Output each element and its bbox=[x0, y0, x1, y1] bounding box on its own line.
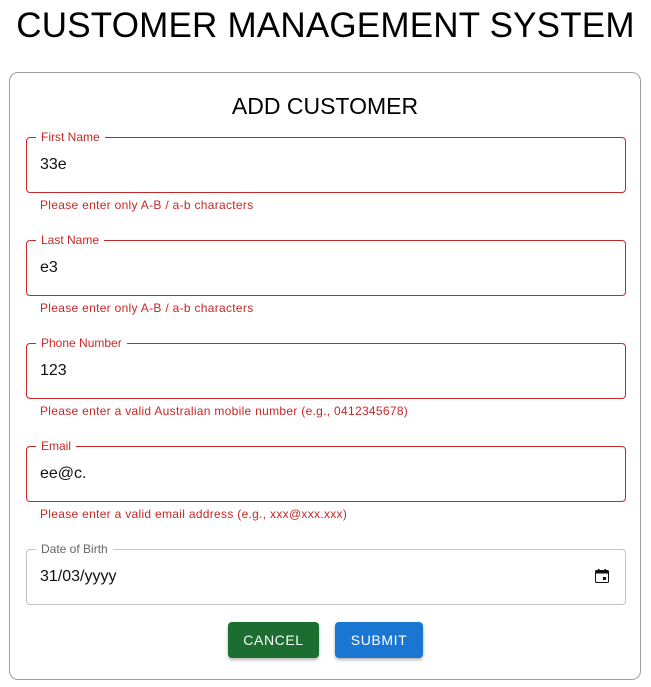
last-name-field[interactable]: Last Name bbox=[26, 233, 626, 296]
date-of-birth-input[interactable] bbox=[40, 550, 580, 604]
calendar-icon[interactable] bbox=[595, 569, 609, 583]
add-customer-card: ADD CUSTOMER First Name Please enter onl… bbox=[9, 72, 641, 680]
phone-number-input[interactable] bbox=[40, 344, 580, 398]
submit-button[interactable]: SUBMIT bbox=[335, 622, 423, 658]
form-title: ADD CUSTOMER bbox=[231, 93, 419, 119]
date-of-birth-field[interactable]: Date of Birth bbox=[26, 542, 626, 605]
phone-number-field[interactable]: Phone Number bbox=[26, 336, 626, 399]
last-name-error: Please enter only A-B / a-b characters bbox=[40, 301, 254, 315]
email-input[interactable] bbox=[40, 447, 580, 501]
first-name-error: Please enter only A-B / a-b characters bbox=[40, 198, 254, 212]
last-name-input[interactable] bbox=[40, 241, 580, 295]
phone-number-error: Please enter a valid Australian mobile n… bbox=[40, 404, 409, 418]
cancel-button[interactable]: CANCEL bbox=[228, 622, 319, 658]
email-field[interactable]: Email bbox=[26, 439, 626, 502]
page-title: CUSTOMER MANAGEMENT SYSTEM bbox=[16, 6, 635, 45]
email-error: Please enter a valid email address (e.g.… bbox=[40, 507, 348, 521]
first-name-input[interactable] bbox=[40, 138, 580, 192]
first-name-field[interactable]: First Name bbox=[26, 130, 626, 193]
